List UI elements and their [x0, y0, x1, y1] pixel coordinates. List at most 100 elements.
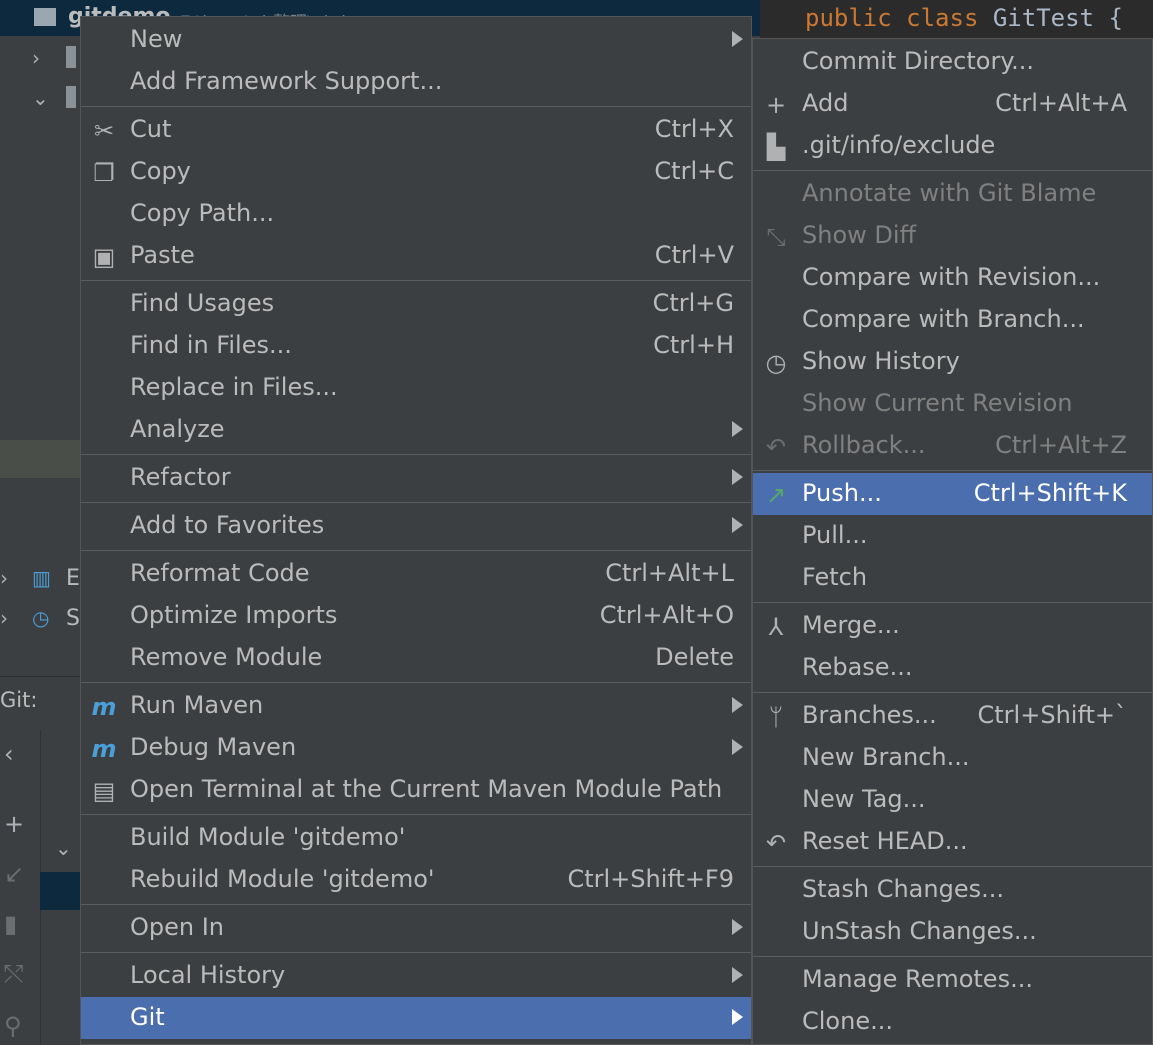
menu-item-label: Compare with Revision...	[802, 263, 1101, 291]
menu-item-label: New	[130, 25, 183, 53]
menu-item-label: Manage Remotes...	[802, 965, 1033, 993]
menu-item-label: Fetch	[802, 563, 868, 591]
menu-item-label: Show Current Revision	[802, 389, 1073, 417]
menu-item-label: Push...	[802, 479, 882, 507]
scissors-icon: ✂	[93, 117, 115, 145]
menu-item-git-add[interactable]: + Add Ctrl+Alt+A	[753, 83, 1152, 125]
menu-item-shortcut: Ctrl+Alt+Z	[995, 431, 1127, 459]
context-menu: New Add Framework Support... ✂ Cut Ctrl+…	[80, 16, 752, 1045]
menu-item-paste[interactable]: ▣ Paste Ctrl+V	[81, 235, 751, 277]
menu-item-commit-directory[interactable]: Commit Directory...	[753, 41, 1152, 83]
menu-item-label: Replace in Files...	[130, 373, 338, 401]
menu-item-shortcut: Ctrl+Shift+F9	[567, 865, 734, 893]
submenu-arrow-icon	[732, 1009, 743, 1025]
chevron-right-icon[interactable]: ›	[0, 606, 8, 630]
code-editor[interactable]: public class GitTest {	[760, 0, 1153, 40]
menu-item-remove-module[interactable]: Remove Module Delete	[81, 637, 751, 679]
menu-item-open-in[interactable]: Open In	[81, 907, 751, 949]
menu-item-manage-remotes[interactable]: Manage Remotes...	[753, 959, 1152, 1001]
menu-item-local-history[interactable]: Local History	[81, 955, 751, 997]
menu-item-stash-changes[interactable]: Stash Changes...	[753, 869, 1152, 911]
add-icon[interactable]: +	[4, 810, 24, 838]
menu-item-label: Show Diff	[802, 221, 917, 249]
cherry-pick-icon[interactable]: ⤲	[4, 960, 23, 988]
menu-item-show-history[interactable]: ◷ Show History	[753, 341, 1152, 383]
search-icon[interactable]: ⚲	[4, 1012, 22, 1040]
menu-item-new-branch[interactable]: New Branch...	[753, 737, 1152, 779]
menu-item-fetch[interactable]: Fetch	[753, 557, 1152, 599]
menu-item-find-in-files[interactable]: Find in Files... Ctrl+H	[81, 325, 751, 367]
menu-item-run-maven[interactable]: m Run Maven	[81, 685, 751, 727]
tree-selected-row[interactable]	[40, 872, 80, 910]
reset-icon: ↶	[765, 829, 787, 857]
divider	[0, 676, 80, 677]
menu-item-label: Local History	[130, 961, 286, 989]
menu-item-git-exclude[interactable]: ▙ .git/info/exclude	[753, 125, 1152, 167]
copy-icon: ❐	[93, 159, 115, 187]
menu-item-label: Analyze	[130, 415, 225, 443]
menu-item-git[interactable]: Git	[81, 997, 751, 1039]
menu-item-label: Commit Directory...	[802, 47, 1034, 75]
menu-item-refactor[interactable]: Refactor	[81, 457, 751, 499]
menu-item-annotate-git-blame[interactable]: Annotate with Git Blame	[753, 173, 1152, 215]
menu-item-replace-in-files[interactable]: Replace in Files...	[81, 367, 751, 409]
arrow-down-left-icon[interactable]: ↙	[4, 860, 24, 888]
trash-icon[interactable]: ▮	[4, 910, 17, 938]
folder-icon	[66, 86, 76, 108]
menu-separator	[81, 904, 751, 905]
menu-separator	[753, 692, 1152, 693]
menu-item-shortcut: Ctrl+Alt+A	[995, 89, 1127, 117]
menu-item-label: Refactor	[130, 463, 231, 491]
menu-item-merge[interactable]: ⅄ Merge...	[753, 605, 1152, 647]
menu-item-label: Show History	[802, 347, 960, 375]
menu-item-build-module[interactable]: Build Module 'gitdemo'	[81, 817, 751, 859]
menu-item-branches[interactable]: ᛘ Branches... Ctrl+Shift+`	[753, 695, 1152, 737]
chevron-right-icon[interactable]: ›	[32, 46, 40, 70]
menu-item-rebase[interactable]: Rebase...	[753, 647, 1152, 689]
menu-separator	[753, 170, 1152, 171]
menu-item-unstash-changes[interactable]: UnStash Changes...	[753, 911, 1152, 953]
menu-item-new-tag[interactable]: New Tag...	[753, 779, 1152, 821]
menu-item-debug-maven[interactable]: m Debug Maven	[81, 727, 751, 769]
menu-separator	[753, 866, 1152, 867]
menu-separator	[81, 502, 751, 503]
push-arrow-icon: ↗	[765, 481, 787, 509]
code-keyword-class: class	[906, 4, 979, 32]
menu-item-label: Open In	[130, 913, 225, 941]
menu-item-reformat-code[interactable]: Reformat Code Ctrl+Alt+L	[81, 553, 751, 595]
menu-item-label: Stash Changes...	[802, 875, 1004, 903]
menu-item-open-terminal-maven[interactable]: ▤ Open Terminal at the Current Maven Mod…	[81, 769, 751, 811]
back-icon[interactable]: ‹	[4, 740, 14, 768]
menu-item-add-framework-support[interactable]: Add Framework Support...	[81, 61, 751, 103]
submenu-arrow-icon	[732, 517, 743, 533]
menu-item-pull[interactable]: Pull...	[753, 515, 1152, 557]
menu-item-add-to-favorites[interactable]: Add to Favorites	[81, 505, 751, 547]
menu-item-cut[interactable]: ✂ Cut Ctrl+X	[81, 109, 751, 151]
menu-item-label: Rebuild Module 'gitdemo'	[130, 865, 435, 893]
menu-item-push[interactable]: ↗ Push... Ctrl+Shift+K	[753, 473, 1152, 515]
library-icon: ▥	[32, 566, 51, 590]
menu-item-clone[interactable]: Clone...	[753, 1001, 1152, 1043]
menu-item-shortcut: Ctrl+C	[654, 157, 734, 185]
menu-separator	[753, 602, 1152, 603]
menu-item-rollback[interactable]: ↶ Rollback... Ctrl+Alt+Z	[753, 425, 1152, 467]
menu-item-rebuild-module[interactable]: Rebuild Module 'gitdemo' Ctrl+Shift+F9	[81, 859, 751, 901]
menu-item-optimize-imports[interactable]: Optimize Imports Ctrl+Alt+O	[81, 595, 751, 637]
chevron-right-icon[interactable]: ›	[0, 566, 8, 590]
menu-item-new[interactable]: New	[81, 19, 751, 61]
menu-item-find-usages[interactable]: Find Usages Ctrl+G	[81, 283, 751, 325]
diff-icon: ⤡	[766, 223, 786, 251]
chevron-down-icon[interactable]: ⌄	[32, 86, 49, 110]
menu-item-analyze[interactable]: Analyze	[81, 409, 751, 451]
menu-item-show-diff[interactable]: ⤡ Show Diff	[753, 215, 1152, 257]
menu-item-compare-with-revision[interactable]: Compare with Revision...	[753, 257, 1152, 299]
tree-selected-row[interactable]	[0, 440, 80, 478]
merge-icon: ⅄	[768, 613, 784, 641]
menu-item-show-current-revision[interactable]: Show Current Revision	[753, 383, 1152, 425]
menu-item-reset-head[interactable]: ↶ Reset HEAD...	[753, 821, 1152, 863]
menu-item-copy[interactable]: ❐ Copy Ctrl+C	[81, 151, 751, 193]
menu-item-compare-with-branch[interactable]: Compare with Branch...	[753, 299, 1152, 341]
menu-item-label: Open Terminal at the Current Maven Modul…	[130, 775, 723, 803]
chevron-down-icon[interactable]: ⌄	[55, 836, 72, 860]
menu-item-copy-path[interactable]: Copy Path...	[81, 193, 751, 235]
